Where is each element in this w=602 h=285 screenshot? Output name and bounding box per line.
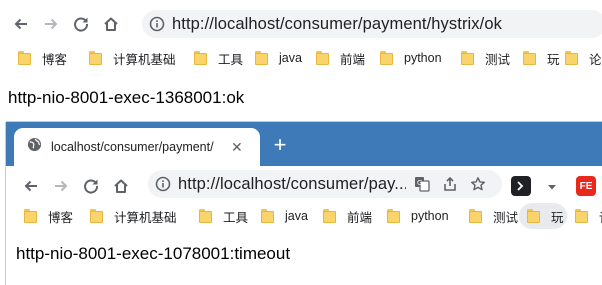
globe-icon <box>27 137 42 157</box>
folder-icon <box>18 51 31 65</box>
url-text[interactable]: http://localhost/consumer/payment/hystri… <box>172 15 502 34</box>
extension-icon[interactable] <box>511 176 531 196</box>
folder-icon <box>523 51 536 65</box>
bookmark-folder[interactable]: 工具 <box>191 203 253 229</box>
close-icon[interactable]: ✕ <box>231 139 243 156</box>
info-icon[interactable] <box>142 10 172 38</box>
chevron-down-icon[interactable] <box>546 180 558 198</box>
back-arrow-icon[interactable] <box>16 171 46 201</box>
folder-icon <box>461 51 474 65</box>
folder-icon <box>527 209 540 223</box>
front-page-text: http-nio-8001-exec-1078001:timeout <box>16 244 291 263</box>
tab-strip: localhost/consumer/payment/ ✕ + <box>6 122 602 166</box>
back-page-text: http-nio-8001-exec-1368001:ok <box>8 88 245 107</box>
forward-arrow-icon[interactable] <box>46 171 76 201</box>
active-tab[interactable]: localhost/consumer/payment/ ✕ <box>14 128 260 166</box>
folder-icon <box>90 209 103 223</box>
front-omnibox[interactable]: http://localhost/consumer/pay... G <box>148 170 502 198</box>
front-bookmarks-bar: 博客 计算机基础 工具 java 前端 python 测试 玩 论 <box>6 200 602 232</box>
bookmark-folder[interactable]: 博客 <box>10 45 81 71</box>
folder-icon <box>199 209 212 223</box>
bookmark-folder[interactable]: java <box>253 203 315 229</box>
info-icon[interactable] <box>148 170 178 198</box>
reload-icon[interactable] <box>76 171 106 201</box>
front-browser-window: localhost/consumer/payment/ ✕ + http://l… <box>6 122 602 285</box>
folder-icon <box>261 209 274 223</box>
bookmark-folder[interactable]: 博客 <box>16 203 82 229</box>
bookmark-folder[interactable]: 测试 <box>453 45 515 71</box>
folder-icon <box>194 51 207 65</box>
back-bookmarks-bar: 博客 计算机基础 工具 java 前端 python 测试 玩 论 <box>0 42 602 74</box>
folder-icon <box>469 209 482 223</box>
bookmark-folder[interactable]: 前端 <box>315 203 379 229</box>
home-icon[interactable] <box>96 9 126 39</box>
bookmark-folder[interactable]: 计算机基础 <box>81 45 186 71</box>
share-icon[interactable] <box>442 176 458 192</box>
folder-icon <box>323 209 336 223</box>
bookmark-folder[interactable]: 论 <box>567 203 602 229</box>
svg-text:G: G <box>417 179 422 187</box>
folder-icon <box>316 51 329 65</box>
fe-extension-label: FE <box>576 176 596 196</box>
plus-icon[interactable]: + <box>268 134 292 158</box>
star-icon[interactable] <box>470 176 486 192</box>
reload-icon[interactable] <box>66 9 96 39</box>
bookmark-folder[interactable]: 玩 <box>515 45 560 71</box>
bookmark-folder[interactable]: 测试 <box>461 203 519 229</box>
folder-icon <box>255 51 268 65</box>
folder-icon <box>575 209 588 223</box>
bookmark-folder[interactable]: 前端 <box>308 45 372 71</box>
folder-icon <box>89 51 102 65</box>
bookmark-folder[interactable]: 论 <box>557 45 602 71</box>
bookmark-folder[interactable]: java <box>247 45 308 71</box>
folder-icon <box>565 51 578 65</box>
bookmark-folder[interactable]: python <box>379 203 461 229</box>
back-arrow-icon[interactable] <box>6 9 36 39</box>
bookmark-folder[interactable]: python <box>372 45 453 71</box>
fe-extension-icon[interactable]: FE <box>576 176 596 196</box>
bookmark-folder[interactable]: 工具 <box>186 45 247 71</box>
bookmark-folder[interactable]: 计算机基础 <box>82 203 191 229</box>
tab-title: localhost/consumer/payment/ <box>51 140 214 154</box>
folder-icon <box>380 51 393 65</box>
forward-arrow-icon[interactable] <box>36 9 66 39</box>
folder-icon <box>387 209 400 223</box>
url-text[interactable]: http://localhost/consumer/pay... <box>178 175 406 194</box>
back-omnibox[interactable]: http://localhost/consumer/payment/hystri… <box>142 10 602 38</box>
home-icon[interactable] <box>106 171 136 201</box>
folder-icon <box>24 209 37 223</box>
bookmark-folder-hovered[interactable]: 玩 <box>519 203 567 229</box>
translate-icon[interactable]: G <box>414 176 430 192</box>
